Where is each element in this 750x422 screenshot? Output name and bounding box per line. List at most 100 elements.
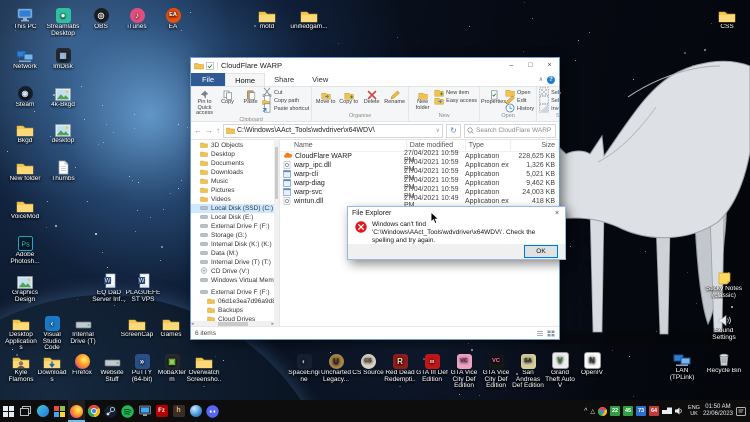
desktop-icon-graphics-design[interactable]: Graphics Design	[6, 272, 44, 303]
clock[interactable]: 01:50 AM22/06/2023	[703, 404, 733, 418]
ribbon-new-folder-button[interactable]: New folder	[411, 88, 434, 113]
desktop-icon-visual-studio-code[interactable]: ‹Visual Studio Code	[36, 314, 68, 352]
desktop-icon-grand-theft-auto-v[interactable]: VGrand Theft Auto V	[544, 352, 576, 390]
taskbar-icon-chrome[interactable]	[85, 400, 102, 422]
desktop-icon-website-stuff[interactable]: Website Stuff	[96, 352, 128, 383]
desktop-icon-sound-settings[interactable]: Sound Settings	[704, 310, 744, 341]
desktop-icon-openiv[interactable]: NOpenIV	[576, 352, 608, 377]
minimize-button[interactable]: –	[502, 58, 521, 73]
taskbar-icon-filezilla[interactable]: Fz	[153, 400, 170, 422]
taskbar-icon-photoshop[interactable]: h	[170, 400, 187, 422]
tab-home[interactable]: Home	[225, 73, 265, 86]
desktop-icon-red-dead-redempti[interactable]: RRed Dead Redempti...	[384, 352, 416, 390]
desktop-icon-gta-vice-city-def-edition[interactable]: VCGTA Vice City Def Edition	[480, 352, 512, 390]
desktop-icon-gta-vice-city-def-edition[interactable]: VCGTA Vice City Def Edition	[448, 352, 480, 390]
desktop-icon-network[interactable]: Network	[6, 46, 44, 71]
hw-monitor-badge-22[interactable]: 22	[610, 406, 620, 416]
column-size[interactable]: Size	[511, 139, 559, 151]
desktop-icon-motd[interactable]: motd	[248, 6, 286, 31]
sidebar-item-pictures[interactable]: Pictures	[191, 186, 279, 195]
desktop-icon-imdisk[interactable]: ▦ImDisk	[44, 46, 82, 71]
help-icon[interactable]: ?	[547, 76, 555, 84]
onedrive-icon[interactable]: △	[590, 408, 595, 415]
desktop-icon-overwatch-screensho[interactable]: Overwatch Screensho...	[186, 352, 222, 390]
tab-view[interactable]: View	[303, 73, 337, 86]
search-input[interactable]: Search CloudFlare WARP	[464, 124, 556, 138]
dialog-titlebar[interactable]: File Explorer ×	[348, 207, 565, 220]
file-row-wintun-dll[interactable]: wintun.dll27/04/2021 10:49 PMApplication…	[280, 197, 559, 206]
desktop-icon-bkgd[interactable]: Bkgd	[6, 120, 44, 145]
desktop-icon-4k-bkgd[interactable]: 4k-Bkgd	[44, 84, 82, 109]
taskbar-icon-steam[interactable]	[102, 400, 119, 422]
desktop-icon-streamlabs-desktop[interactable]: ●Streamlabs Desktop	[44, 6, 82, 37]
sidebar-item-external-drive-f-f[interactable]: External Drive F (F:)	[191, 222, 279, 231]
desktop-icon-uncharted-legacy[interactable]: UUncharted Legacy...	[320, 352, 352, 383]
sidebar-item-internal-drive-t-t[interactable]: Internal Drive (T) (T:)	[191, 258, 279, 267]
sidebar-item-videos[interactable]: Videos	[191, 195, 279, 204]
desktop-icon-eq-dad-server-inf[interactable]: WEQ DaD Server Inf...	[90, 272, 128, 303]
details-view-icon[interactable]	[536, 330, 544, 337]
desktop-icon-lan-tplink[interactable]: LAN (TPLink)	[664, 350, 700, 381]
ribbon-pin-to-quick-access-button[interactable]: Pin to Quick access	[193, 88, 216, 117]
sidebar-vertical-scrollbar[interactable]	[274, 139, 279, 327]
desktop-icon-ea[interactable]: EAEA	[154, 6, 192, 31]
hw-monitor-badge-45[interactable]: 45	[623, 406, 633, 416]
desktop-icon-desktop-applications[interactable]: Desktop Applications	[4, 314, 38, 352]
desktop-icon-new-folder[interactable]: New folder	[6, 158, 44, 183]
hidden-icons-chevron[interactable]: ^	[584, 408, 587, 415]
taskbar-icon-start[interactable]	[0, 400, 17, 422]
action-center-icon[interactable]	[736, 407, 746, 416]
quick-access-toolbar[interactable]	[194, 62, 218, 70]
back-icon[interactable]: ←	[194, 127, 202, 135]
sidebar-item-local-disk-e[interactable]: Local Disk (E:)	[191, 213, 279, 222]
collapse-ribbon-icon[interactable]: ∧	[539, 76, 543, 83]
desktop-icon-thumbs[interactable]: Thumbs	[44, 158, 82, 183]
ok-button[interactable]: OK	[524, 245, 558, 258]
sidebar-item-storage-g[interactable]: Storage (G:)	[191, 231, 279, 240]
ribbon-copy-to-button[interactable]: Copy to	[337, 88, 360, 113]
sidebar-item-desktop[interactable]: Desktop	[191, 150, 279, 159]
ribbon-paste-button[interactable]: Paste	[239, 88, 262, 117]
sidebar-item-music[interactable]: Music	[191, 177, 279, 186]
ribbon-paste-shortcut-button[interactable]: Paste shortcut	[262, 105, 309, 113]
desktop-icon-mobaxterm[interactable]: ▣MobaXterm	[156, 352, 188, 383]
desktop-icon-desktop[interactable]: desktop	[44, 120, 82, 145]
maximize-button[interactable]: □	[521, 58, 540, 73]
desktop-icon-obs[interactable]: ◎OBS	[82, 6, 120, 31]
ribbon-properties-button[interactable]: Properties	[482, 88, 505, 113]
sidebar-item-external-drive-f-f[interactable]: External Drive F (F:)	[191, 288, 279, 297]
language-indicator[interactable]: ENGUK	[688, 405, 700, 417]
sidebar-item-backups[interactable]: Backups	[191, 306, 279, 315]
desktop-icon-adobe-photosh[interactable]: PsAdobe Photosh...	[6, 234, 44, 265]
close-button[interactable]: ×	[540, 58, 559, 73]
sidebar-item-06d1e3ea7d96a9d86c8652fe[interactable]: 06d1e3ea7d96a9d86c8652fe	[191, 297, 279, 306]
desktop-icon-gta-iii-def-edition[interactable]: IIIGTA III Def Edition	[416, 352, 448, 383]
desktop-icon-css[interactable]: CSS	[708, 6, 746, 31]
taskbar-icon-app-grid[interactable]	[51, 400, 68, 422]
desktop-icon-downloads[interactable]: Downloads	[36, 352, 68, 383]
taskbar-icon-task-view[interactable]	[17, 400, 34, 422]
ribbon-copy-button[interactable]: Copy	[216, 88, 239, 117]
sidebar-item-data-m[interactable]: Data (M:)	[191, 249, 279, 258]
sidebar-item-documents[interactable]: Documents	[191, 159, 279, 168]
taskbar-icon-spotify[interactable]	[119, 400, 136, 422]
up-icon[interactable]: ↑	[216, 127, 220, 135]
desktop-icon-voicemod[interactable]: VoiceMod	[6, 196, 44, 221]
desktop-icon-cs-source[interactable]: CSCS Source	[352, 352, 384, 377]
address-dropdown-icon[interactable]: ∨	[436, 127, 440, 135]
desktop-icon-steam[interactable]: ◉Steam	[6, 84, 44, 109]
column-name[interactable]: Name	[280, 139, 407, 151]
sidebar-item-downloads[interactable]: Downloads	[191, 168, 279, 177]
network-icon[interactable]	[662, 407, 672, 415]
desktop-icon-itunes[interactable]: ♪iTunes	[118, 6, 156, 31]
large-icons-view-icon[interactable]	[547, 330, 555, 337]
taskbar-icon-web-browser[interactable]	[187, 400, 204, 422]
desktop-icon-san-andreas-def-edition[interactable]: SASan Andreas Def Edition	[512, 352, 544, 390]
desktop-icon-sticky-notes-classic[interactable]: Sticky Notes (classic)	[702, 268, 746, 299]
ribbon-move-to-button[interactable]: Move to	[314, 88, 337, 113]
chrome-tray-icon[interactable]	[598, 407, 607, 416]
desktop-icon-screencap[interactable]: ScreenCap	[118, 314, 156, 339]
refresh-icon[interactable]: ↻	[446, 124, 461, 138]
desktop-icon-games[interactable]: Games	[152, 314, 190, 339]
address-input[interactable]: C:\Windows\AAct_Tools\wdvdriver\x64WDV\ …	[223, 124, 443, 138]
